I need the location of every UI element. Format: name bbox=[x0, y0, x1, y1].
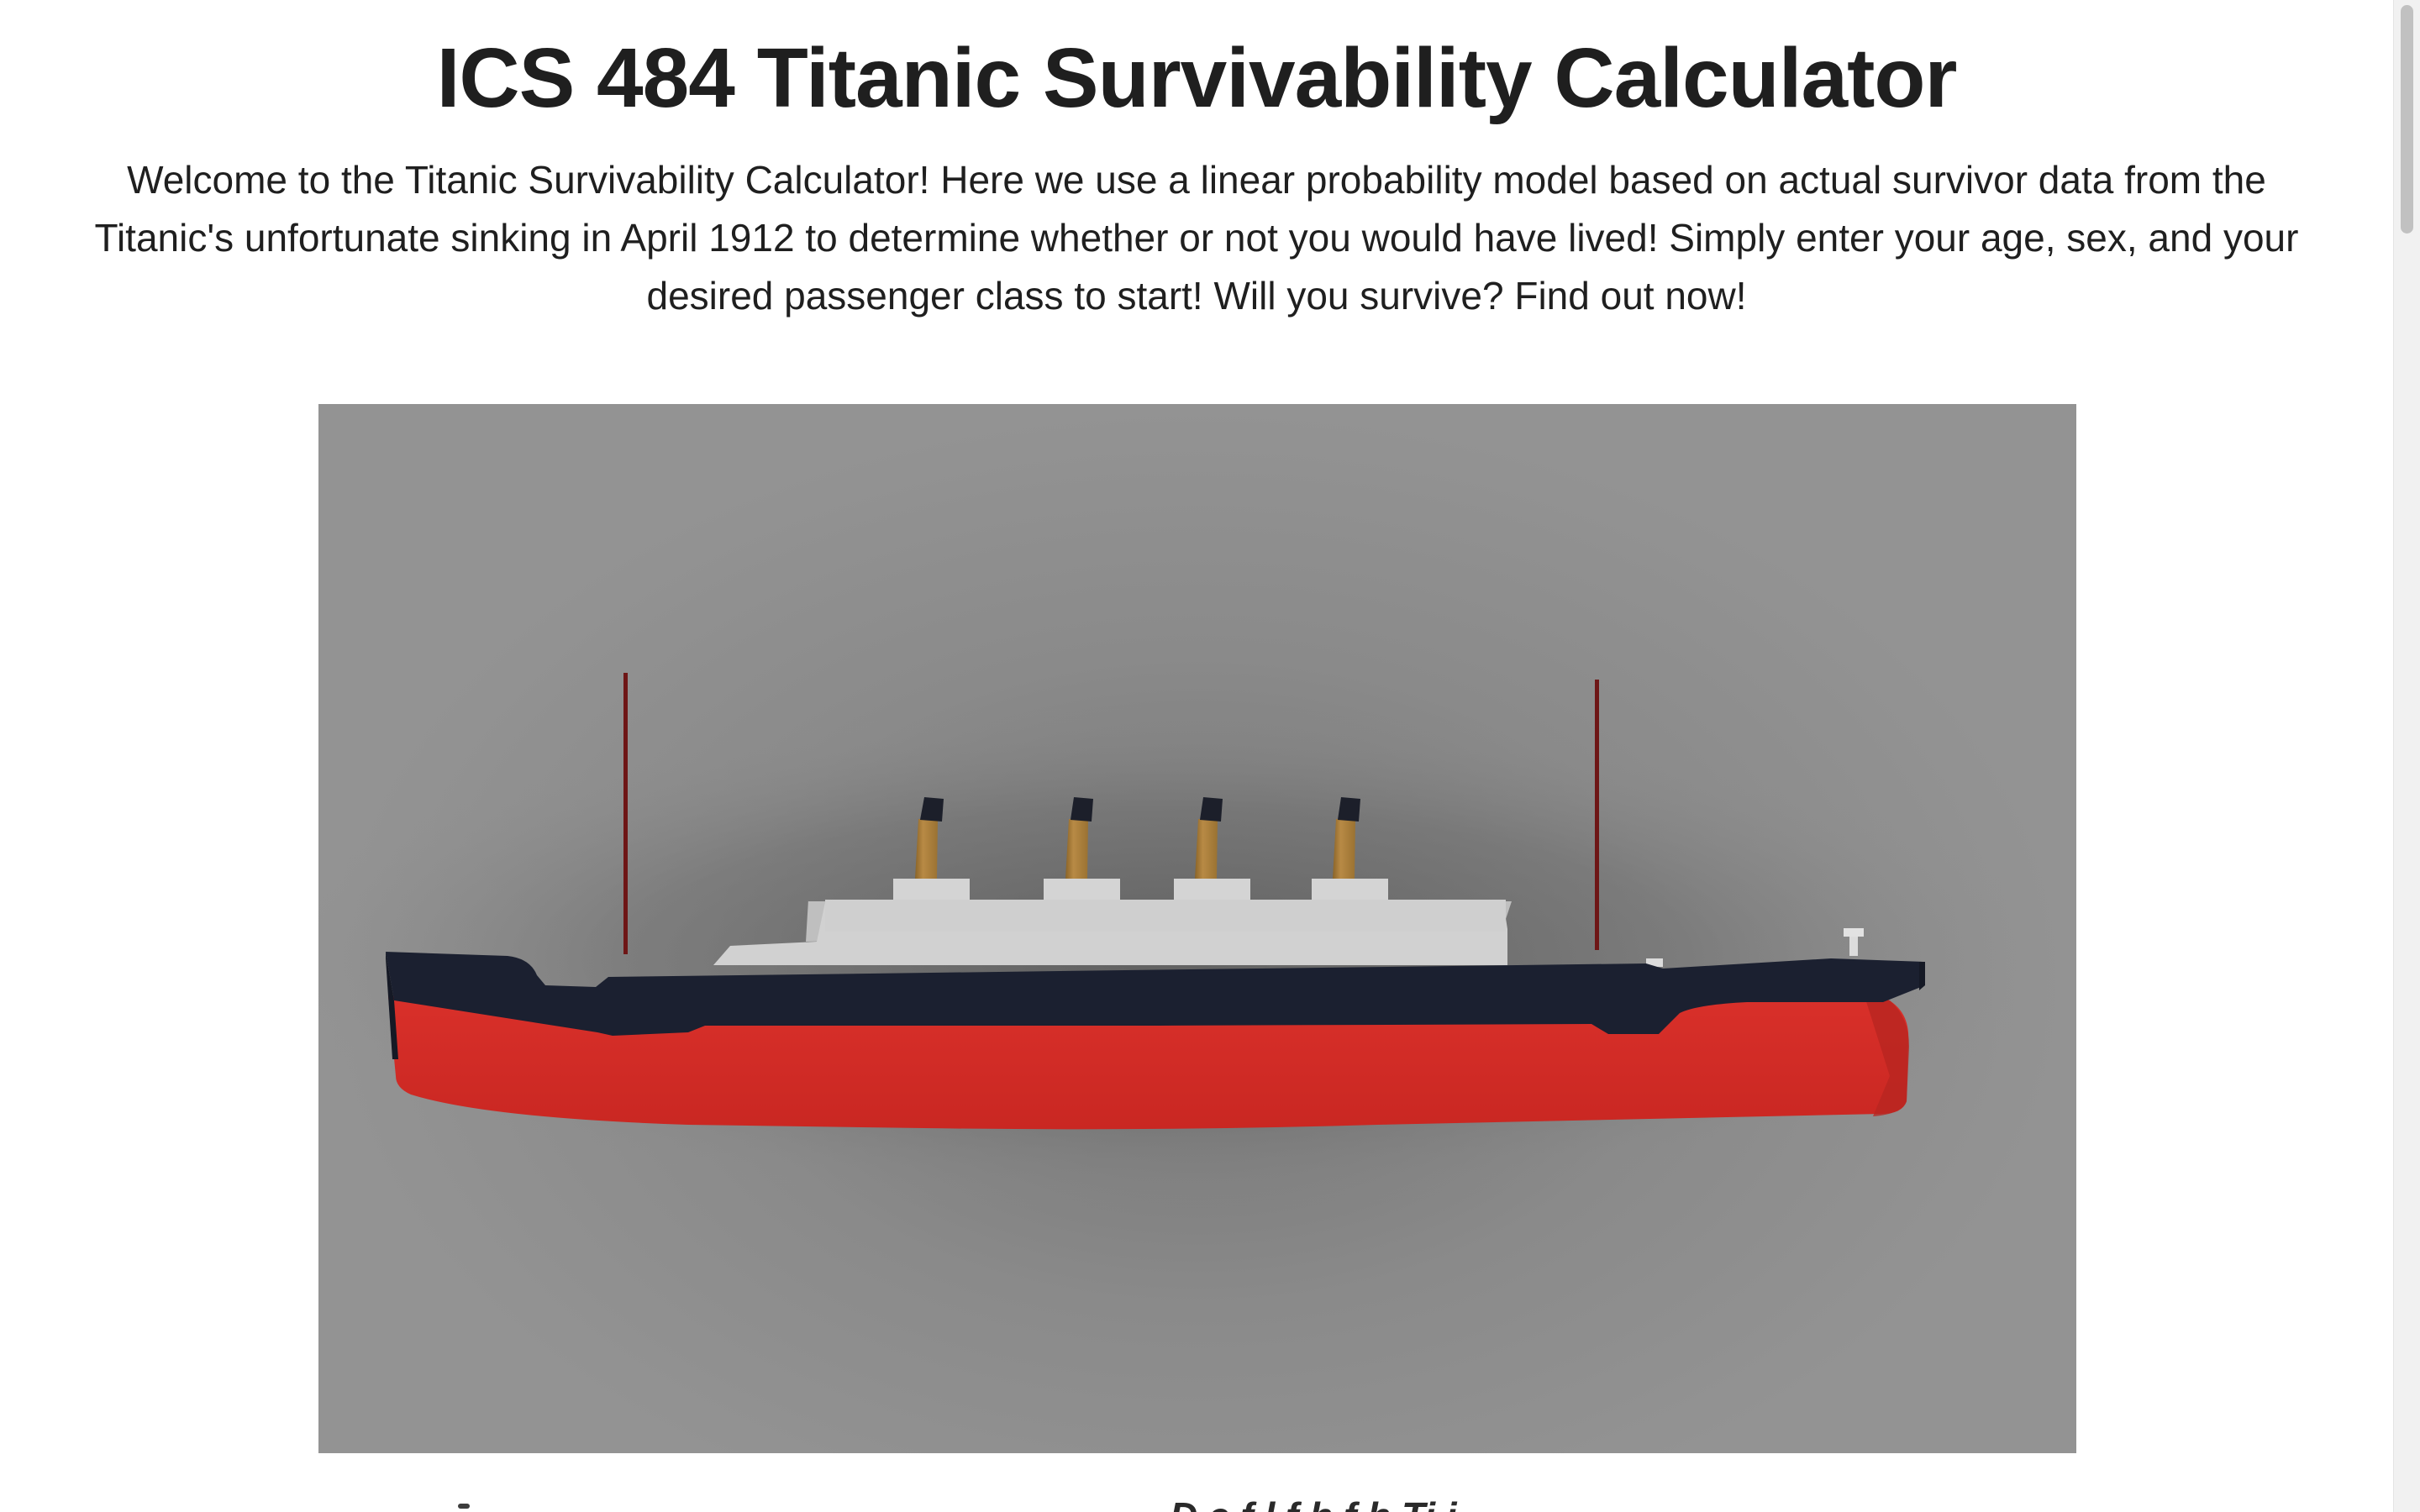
partial-heading-fragment bbox=[458, 1504, 470, 1509]
titanic-model-image bbox=[318, 404, 2076, 1453]
titanic-ship-illustration bbox=[318, 673, 2049, 1210]
aft-mast bbox=[1595, 680, 1599, 950]
partial-heading: D e f l f h f h Ti i bbox=[1170, 1497, 1457, 1512]
vertical-scrollbar[interactable] bbox=[2393, 0, 2420, 1512]
scrollbar-thumb[interactable] bbox=[2401, 5, 2413, 234]
page-title: ICS 484 Titanic Survivability Calculator bbox=[436, 31, 1958, 125]
page: ICS 484 Titanic Survivability Calculator… bbox=[0, 0, 2393, 1512]
intro-paragraph: Welcome to the Titanic Survivability Cal… bbox=[94, 158, 2299, 318]
fore-mast bbox=[623, 673, 628, 954]
below-fold-section: D e f l f h f h Ti i bbox=[0, 1487, 2393, 1512]
